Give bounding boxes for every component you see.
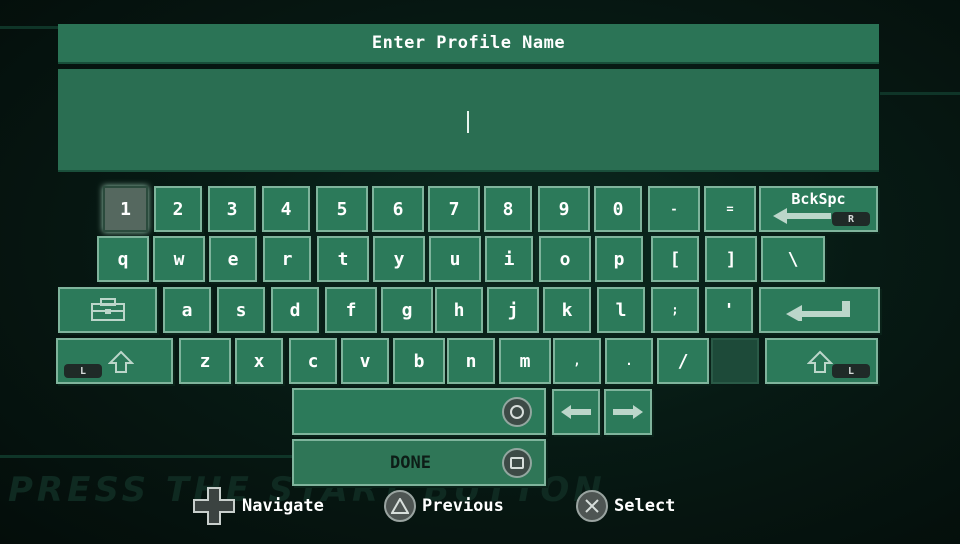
key-backslash[interactable]: \	[761, 236, 825, 282]
key-2[interactable]: 2	[154, 186, 202, 232]
key-right-bracket[interactable]: ]	[705, 236, 757, 282]
key-y[interactable]: y	[373, 236, 425, 282]
key-equals[interactable]: =	[704, 186, 756, 232]
key-minus[interactable]: -	[648, 186, 700, 232]
key-apostrophe[interactable]: '	[705, 287, 753, 333]
key-q[interactable]: q	[97, 236, 149, 282]
key-n[interactable]: n	[447, 338, 495, 384]
key-9[interactable]: 9	[538, 186, 590, 232]
cross-button-icon	[576, 490, 608, 522]
key-8[interactable]: 8	[484, 186, 532, 232]
shift-up-icon	[807, 350, 833, 373]
space-button[interactable]	[292, 388, 546, 435]
square-button-icon	[502, 448, 532, 478]
toolbox-icon	[90, 298, 125, 321]
left-shift-button[interactable]: L	[56, 338, 173, 384]
backspace-button[interactable]: BckSpc R	[759, 186, 878, 232]
done-label: DONE	[390, 453, 431, 473]
key-semicolon[interactable]: ;	[651, 287, 699, 333]
background-line	[880, 92, 960, 95]
left-arrow-icon	[773, 208, 831, 224]
key-period[interactable]: .	[605, 338, 653, 384]
done-button[interactable]: DONE	[292, 439, 546, 486]
key-e[interactable]: e	[209, 236, 257, 282]
key-7[interactable]: 7	[428, 186, 480, 232]
empty-key	[711, 338, 759, 384]
key-comma[interactable]: ,	[553, 338, 601, 384]
key-5[interactable]: 5	[316, 186, 368, 232]
key-s[interactable]: s	[217, 287, 265, 333]
dpad-icon	[193, 487, 235, 525]
key-4[interactable]: 4	[262, 186, 310, 232]
key-m[interactable]: m	[499, 338, 551, 384]
key-o[interactable]: o	[539, 236, 591, 282]
legend-select-label: Select	[614, 496, 676, 516]
key-left-bracket[interactable]: [	[651, 236, 699, 282]
l-button-badge: L	[832, 364, 870, 378]
key-f[interactable]: f	[325, 287, 377, 333]
background-line	[0, 26, 60, 29]
shift-up-icon	[108, 350, 134, 373]
l-button-badge: L	[64, 364, 102, 378]
key-j[interactable]: j	[487, 287, 539, 333]
key-slash[interactable]: /	[657, 338, 709, 384]
key-x[interactable]: x	[235, 338, 283, 384]
key-1[interactable]: 1	[103, 186, 148, 232]
legend-navigate: Navigate	[192, 486, 324, 526]
key-0[interactable]: 0	[594, 186, 642, 232]
key-a[interactable]: a	[163, 287, 211, 333]
right-shift-button[interactable]: L	[765, 338, 878, 384]
key-p[interactable]: p	[595, 236, 643, 282]
key-v[interactable]: v	[341, 338, 389, 384]
backspace-label: BckSpc	[791, 190, 846, 208]
legend-previous: Previous	[384, 486, 504, 526]
enter-arrow-icon	[785, 301, 850, 321]
key-g[interactable]: g	[381, 287, 433, 333]
enter-button[interactable]	[759, 287, 880, 333]
legend-select: Select	[576, 486, 675, 526]
left-arrow-icon	[561, 405, 591, 419]
key-6[interactable]: 6	[372, 186, 424, 232]
key-r[interactable]: r	[263, 236, 311, 282]
key-i[interactable]: i	[485, 236, 533, 282]
key-k[interactable]: k	[543, 287, 591, 333]
r-button-badge: R	[832, 212, 870, 226]
profile-name-input[interactable]	[58, 69, 879, 172]
key-w[interactable]: w	[153, 236, 205, 282]
key-h[interactable]: h	[435, 287, 483, 333]
text-cursor	[467, 111, 469, 133]
key-t[interactable]: t	[317, 236, 369, 282]
legend-previous-label: Previous	[422, 496, 504, 516]
dialog-title: Enter Profile Name	[58, 24, 879, 64]
right-arrow-icon	[613, 405, 643, 419]
cursor-left-button[interactable]	[552, 389, 600, 435]
triangle-button-icon	[384, 490, 416, 522]
key-c[interactable]: c	[289, 338, 337, 384]
key-d[interactable]: d	[271, 287, 319, 333]
cursor-right-button[interactable]	[604, 389, 652, 435]
key-u[interactable]: u	[429, 236, 481, 282]
legend-navigate-label: Navigate	[242, 496, 324, 516]
key-l[interactable]: l	[597, 287, 645, 333]
toolbox-button[interactable]	[58, 287, 157, 333]
background-line	[0, 455, 300, 458]
key-b[interactable]: b	[393, 338, 445, 384]
key-z[interactable]: z	[179, 338, 231, 384]
circle-button-icon	[502, 397, 532, 427]
key-3[interactable]: 3	[208, 186, 256, 232]
